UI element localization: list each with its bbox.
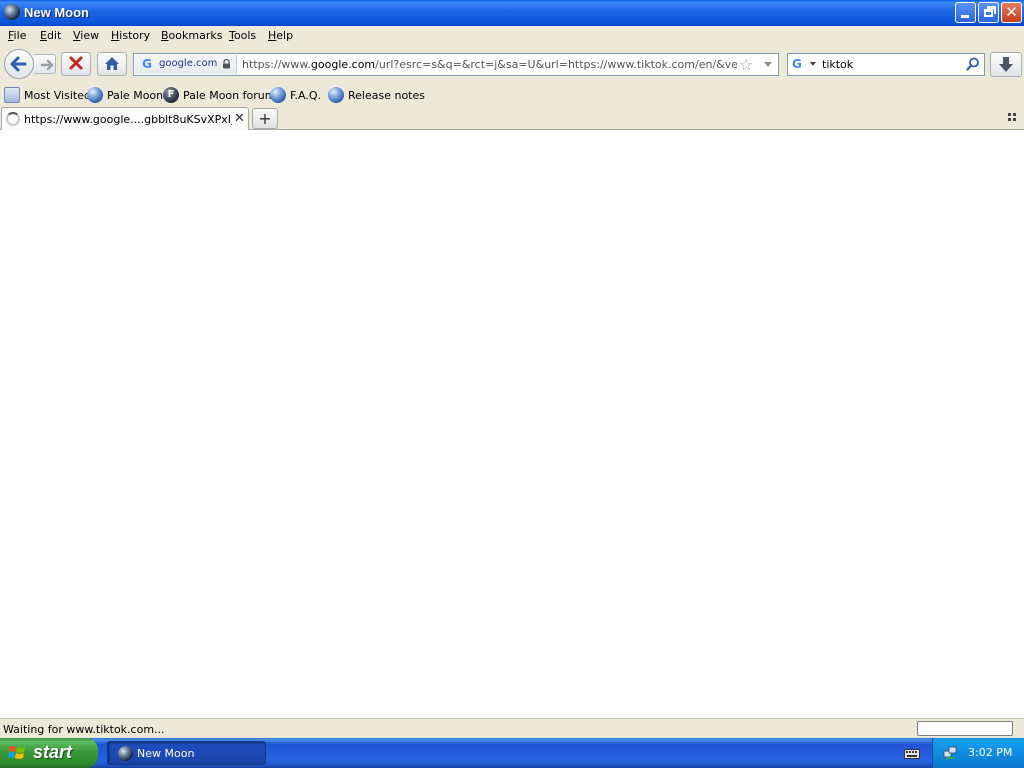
- taskbar-item-new-moon[interactable]: New Moon: [107, 741, 266, 765]
- forward-arrow-icon: [40, 59, 54, 71]
- lock-icon: [223, 59, 230, 69]
- close-button[interactable]: ✕: [1001, 2, 1022, 23]
- forum-icon: F: [163, 87, 179, 103]
- forward-button[interactable]: [34, 54, 56, 74]
- search-engine-icon[interactable]: G: [792, 57, 802, 71]
- home-button[interactable]: [97, 52, 127, 76]
- google-favicon-icon: G: [142, 57, 152, 71]
- bookmark-most-visited[interactable]: Most Visited: [4, 86, 91, 104]
- minimize-button[interactable]: [955, 2, 976, 23]
- bookmarks-toolbar: Most Visited Pale Moon F Pale Moon forum…: [0, 84, 1024, 106]
- home-icon: [105, 57, 119, 70]
- start-button[interactable]: start: [0, 738, 98, 768]
- bookmark-faq[interactable]: F.A.Q.: [270, 86, 326, 104]
- new-moon-app-icon[interactable]: [4, 4, 20, 20]
- clock[interactable]: 3:02 PM: [968, 746, 1012, 759]
- window-title: New Moon: [24, 5, 89, 20]
- url-bar[interactable]: G google.com https://www.google.com/url?…: [133, 53, 779, 76]
- title-bar[interactable]: New Moon ✕: [0, 0, 1024, 26]
- close-icon: ✕: [1005, 3, 1018, 21]
- network-icon[interactable]: [943, 745, 958, 760]
- most-visited-icon: [4, 87, 20, 103]
- keyboard-icon[interactable]: [904, 747, 920, 759]
- release-notes-globe-icon: [328, 87, 344, 103]
- tab-strip: https://www.google....gbblt8uKSvXPxIj_Jo…: [0, 106, 1024, 131]
- menu-tools[interactable]: Tools: [229, 29, 256, 42]
- bookmark-star-icon[interactable]: ☆: [739, 55, 753, 74]
- menu-bar: File Edit View History Bookmarks Tools H…: [0, 26, 1024, 46]
- navigation-toolbar: G google.com https://www.google.com/url?…: [0, 46, 1024, 84]
- bookmark-pale-moon-forum[interactable]: F Pale Moon forum: [163, 86, 275, 104]
- taskbar: start New Moon 3:02 PM: [0, 738, 1024, 768]
- site-identity-button[interactable]: G google.com: [135, 55, 237, 74]
- faq-globe-icon: [270, 87, 286, 103]
- search-engine-dropdown-icon[interactable]: [810, 62, 816, 66]
- menu-history[interactable]: History: [111, 29, 150, 42]
- tab-active[interactable]: https://www.google....gbblt8uKSvXPxIj_Jo…: [1, 107, 249, 131]
- status-text: Waiting for www.tiktok.com...: [3, 723, 165, 736]
- status-bar: Waiting for www.tiktok.com...: [0, 718, 1024, 738]
- menu-edit[interactable]: Edit: [40, 29, 61, 42]
- url-history-dropdown-icon[interactable]: [762, 57, 774, 71]
- bookmark-release-notes[interactable]: Release notes: [328, 86, 425, 104]
- system-tray: 3:02 PM: [932, 738, 1024, 768]
- tab-close-icon[interactable]: ✕: [234, 111, 245, 126]
- new-moon-task-icon: [118, 746, 133, 761]
- restore-button[interactable]: [978, 2, 999, 23]
- downloads-button[interactable]: [990, 52, 1022, 77]
- magnifier-icon[interactable]: [966, 57, 980, 71]
- stop-icon: [69, 56, 83, 70]
- tab-list-icon[interactable]: [1008, 113, 1018, 123]
- menu-help[interactable]: Help: [268, 29, 293, 42]
- back-button[interactable]: [4, 49, 34, 79]
- menu-file[interactable]: File: [8, 29, 26, 42]
- stop-button[interactable]: [61, 52, 91, 76]
- loading-spinner-icon: [6, 112, 20, 126]
- search-bar[interactable]: G tiktok: [787, 53, 985, 76]
- windows-flag-icon: [8, 746, 25, 759]
- menu-bookmarks[interactable]: Bookmarks: [161, 29, 222, 42]
- download-arrow-icon: [999, 57, 1013, 72]
- url-input[interactable]: https://www.google.com/url?esrc=s&q=&rct…: [242, 58, 737, 71]
- back-arrow-icon: [10, 56, 27, 72]
- search-input[interactable]: tiktok: [822, 58, 853, 71]
- bookmark-pale-moon[interactable]: Pale Moon: [87, 86, 163, 104]
- tab-title: https://www.google....gbblt8uKSvXPxIj_Jo: [24, 113, 232, 126]
- page-content[interactable]: [0, 130, 1024, 718]
- menu-view[interactable]: View: [73, 29, 99, 42]
- new-tab-button[interactable]: +: [252, 108, 278, 129]
- pale-moon-globe-icon: [87, 87, 103, 103]
- minimize-icon: [961, 15, 969, 18]
- identity-domain: google.com: [159, 58, 218, 69]
- page-load-progress: [917, 721, 1013, 736]
